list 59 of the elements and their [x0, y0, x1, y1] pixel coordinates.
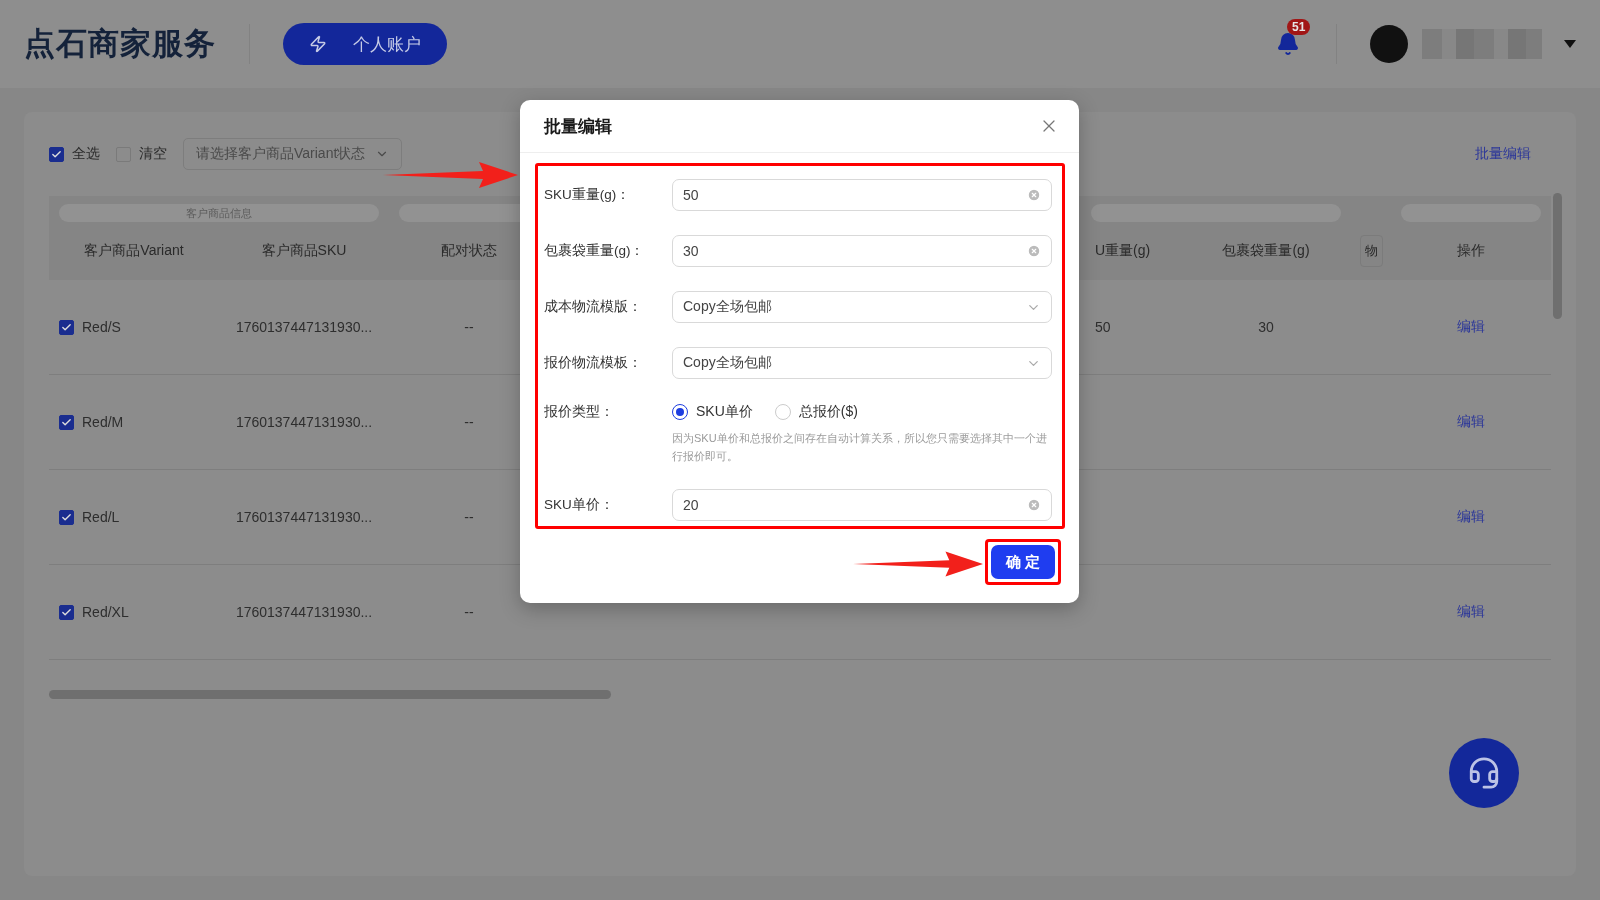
input-field[interactable]: 20 — [672, 489, 1052, 521]
column-header: 操作 — [1457, 242, 1485, 260]
horizontal-scrollbar[interactable] — [49, 690, 611, 699]
table-cell: -- — [464, 604, 474, 620]
avatar[interactable] — [1370, 25, 1408, 63]
checkbox-label: 清空 — [139, 145, 167, 163]
column-header: 包裹袋重量(g) — [1222, 242, 1310, 260]
select-field[interactable]: Copy全场包邮 — [672, 291, 1052, 323]
check-icon — [61, 606, 72, 618]
headset-icon — [1467, 756, 1501, 790]
column-header: U重量(g) — [1095, 242, 1151, 260]
column-header: 客户商品SKU — [261, 242, 347, 260]
column-header: 客户商品Variant — [84, 242, 184, 260]
checkbox[interactable] — [59, 414, 74, 430]
table-cell: 1760137447131930... — [235, 604, 373, 620]
table-cell: -- — [464, 509, 474, 525]
check-icon — [51, 148, 62, 160]
confirm-button[interactable]: 确 定 — [990, 545, 1055, 579]
check-icon — [61, 416, 72, 428]
radio-option[interactable]: 总报价($) — [774, 403, 858, 421]
column-header: 配对状态 — [441, 242, 497, 260]
input-field[interactable]: 50 — [672, 179, 1052, 211]
table-cell: 30 — [1258, 319, 1274, 335]
table-cell: 1760137447131930... — [235, 414, 373, 430]
lightning-icon — [309, 35, 327, 53]
table-cell: -- — [464, 414, 474, 430]
field-label: 成本物流模版： — [544, 298, 643, 316]
column-header: 物 — [1359, 235, 1383, 267]
table-cell: 50 — [1095, 319, 1111, 335]
dialog-title: 批量编辑 — [544, 115, 612, 138]
input-field[interactable]: 30 — [672, 235, 1052, 267]
bell-icon[interactable] — [1276, 32, 1300, 56]
table-cell: Red/M — [82, 414, 124, 430]
checkbox[interactable] — [59, 319, 74, 335]
notification-count: 51 — [1287, 19, 1311, 35]
field-label: SKU重量(g)： — [544, 186, 632, 204]
table-cell: -- — [464, 319, 474, 335]
caret-icon[interactable] — [1564, 40, 1576, 48]
table-cell: Red/S — [82, 319, 121, 335]
account-button[interactable]: 个人账户 — [283, 23, 447, 65]
field-label: 包裹袋重量(g)： — [544, 242, 646, 260]
field-label: 报价物流模板： — [544, 354, 643, 372]
field-label: SKU单价： — [544, 496, 615, 514]
check-icon — [61, 321, 72, 333]
field-label: 报价类型： — [544, 403, 615, 421]
logo: 点石商家服务 — [24, 25, 216, 63]
checkbox[interactable] — [49, 146, 64, 162]
checkbox-label: 全选 — [72, 145, 100, 163]
checkbox[interactable] — [59, 604, 74, 620]
radio-option[interactable]: SKU单价 — [672, 403, 753, 421]
table-cell: Red/L — [82, 509, 120, 525]
select-field[interactable]: Copy全场包邮 — [672, 347, 1052, 379]
checkbox[interactable] — [59, 509, 74, 525]
table-cell: 1760137447131930... — [235, 319, 373, 335]
check-icon — [61, 511, 72, 523]
table-cell: 1760137447131930... — [235, 509, 373, 525]
table-cell: Red/XL — [82, 604, 129, 620]
hint-text: 因为SKU单价和总报价之间存在自动计算关系，所以您只需要选择其中一个进行报价即可。 — [672, 431, 1048, 464]
vertical-scrollbar[interactable] — [1553, 193, 1562, 319]
